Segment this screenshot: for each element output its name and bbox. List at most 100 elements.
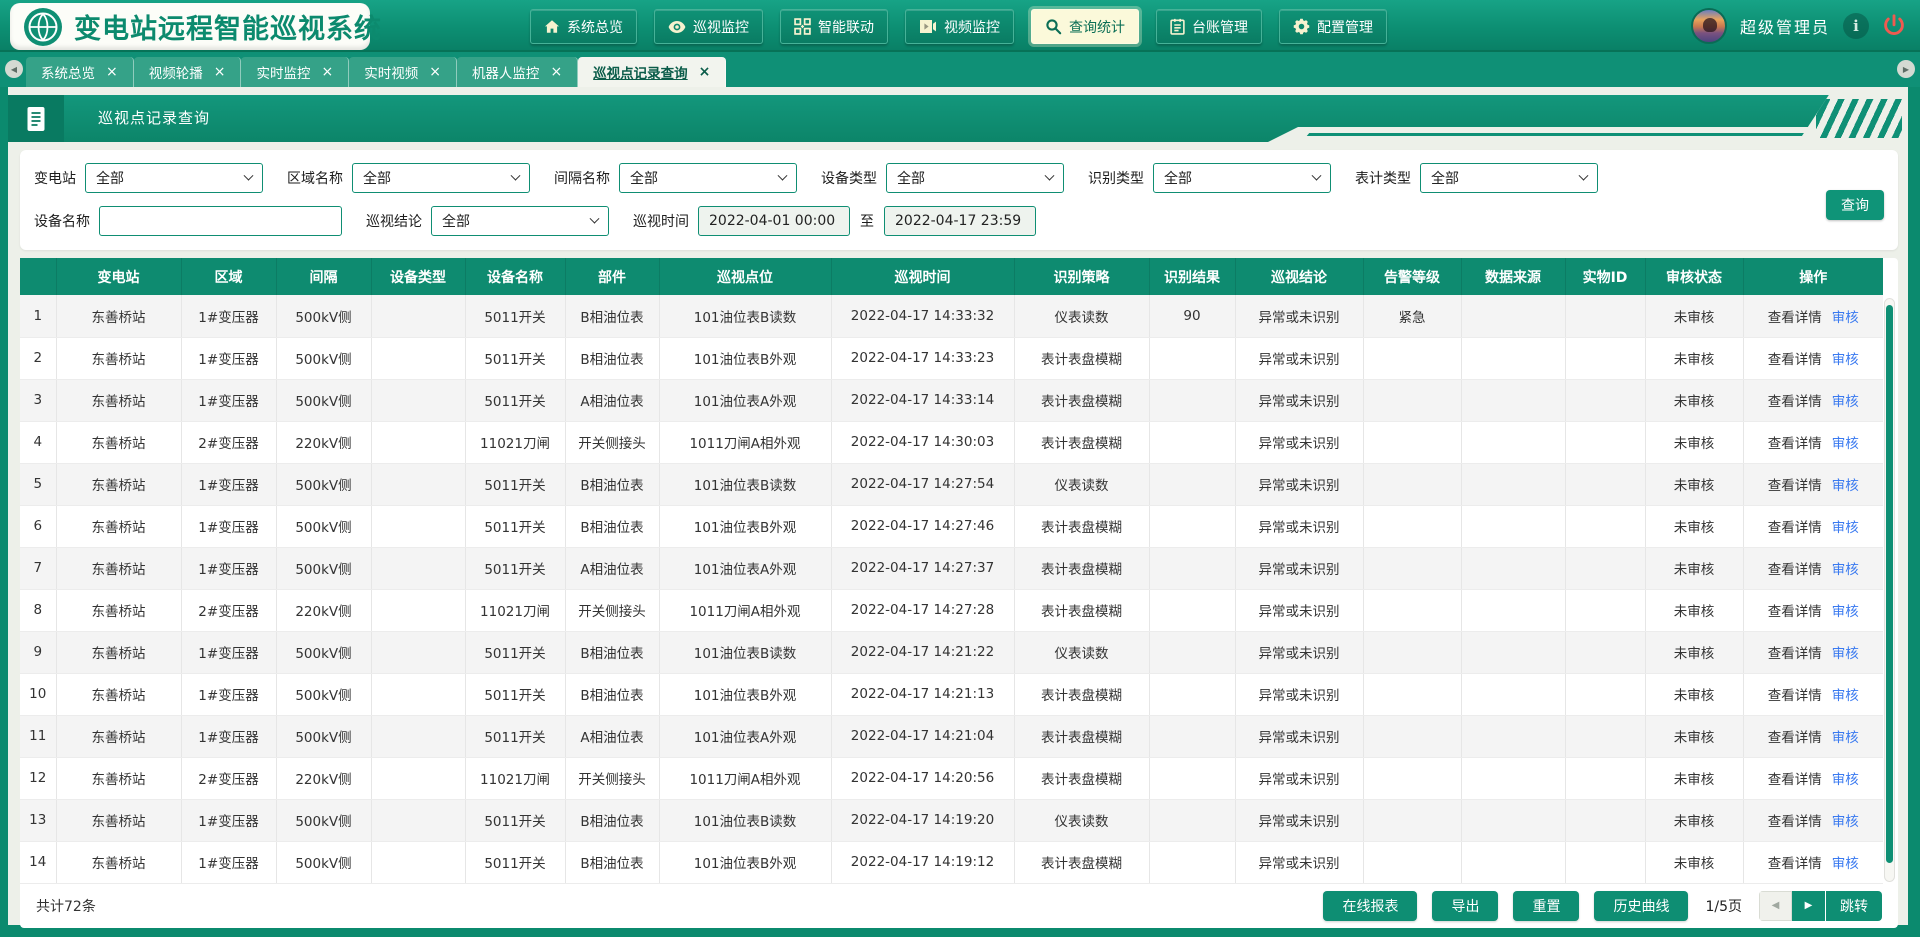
bay-name-select[interactable]: 全部: [619, 163, 797, 193]
page-indicator: 1/5页: [1705, 896, 1742, 916]
prev-page-button[interactable]: ◀: [1759, 891, 1792, 921]
online-report-button[interactable]: 在线报表: [1323, 891, 1417, 921]
review-link[interactable]: 审核: [1832, 394, 1859, 410]
station-select[interactable]: 全部: [85, 163, 263, 193]
review-link[interactable]: 审核: [1832, 562, 1859, 578]
view-detail-link[interactable]: 查看详情: [1768, 856, 1822, 872]
region-name-select[interactable]: 全部: [352, 163, 530, 193]
review-link[interactable]: 审核: [1832, 772, 1859, 788]
review-link[interactable]: 审核: [1832, 814, 1859, 830]
view-detail-link[interactable]: 查看详情: [1768, 730, 1822, 746]
cell: [1363, 589, 1461, 631]
bay-name-label: 间隔名称: [554, 168, 610, 188]
nav-button-query-stats[interactable]: 查询统计: [1031, 9, 1139, 44]
cell: 101油位表A外观: [659, 715, 831, 757]
tab-realtime-video[interactable]: 实时视频×: [349, 57, 457, 87]
cell: [1149, 799, 1235, 841]
cell: [1461, 421, 1565, 463]
reset-button[interactable]: 重置: [1513, 891, 1579, 921]
review-link[interactable]: 审核: [1832, 604, 1859, 620]
tab-overview[interactable]: 系统总览×: [26, 57, 134, 87]
cell: 东善桥站: [56, 337, 181, 379]
tab-close-icon[interactable]: ×: [699, 65, 711, 79]
tab-scroll-left-icon[interactable]: ◀: [5, 60, 23, 78]
tab-robot-monitor[interactable]: 机器人监控×: [457, 57, 578, 87]
device-type-select[interactable]: 全部: [886, 163, 1064, 193]
nav-button-ledger-management[interactable]: 台账管理: [1156, 9, 1262, 44]
review-link[interactable]: 审核: [1832, 436, 1859, 452]
view-detail-link[interactable]: 查看详情: [1768, 310, 1822, 326]
content-inner: 巡视点记录查询 变电站全部区域名称全部间隔名称全部设备类型全部识别类型全部表计类…: [8, 87, 1908, 925]
conclusion-label: 巡视结论: [366, 211, 422, 231]
recognition-type-select[interactable]: 全部: [1153, 163, 1331, 193]
export-button[interactable]: 导出: [1432, 891, 1498, 921]
view-detail-link[interactable]: 查看详情: [1768, 562, 1822, 578]
jump-page-button[interactable]: 跳转: [1826, 891, 1882, 921]
nav-button-video-monitor[interactable]: 视频监控: [905, 9, 1014, 44]
tab-inspection-record-query[interactable]: 巡视点记录查询×: [578, 57, 726, 87]
review-link[interactable]: 审核: [1832, 646, 1859, 662]
view-detail-link[interactable]: 查看详情: [1768, 520, 1822, 536]
review-link[interactable]: 审核: [1832, 352, 1859, 368]
view-detail-link[interactable]: 查看详情: [1768, 352, 1822, 368]
conclusion-select[interactable]: 全部: [431, 206, 609, 236]
view-detail-link[interactable]: 查看详情: [1768, 394, 1822, 410]
view-detail-link[interactable]: 查看详情: [1768, 688, 1822, 704]
info-icon[interactable]: i: [1843, 13, 1869, 39]
view-detail-link[interactable]: 查看详情: [1768, 772, 1822, 788]
tab-close-icon[interactable]: ×: [321, 65, 333, 79]
table-scrollbar: [1884, 298, 1895, 882]
cell: 异常或未识别: [1235, 799, 1363, 841]
nav-button-overview[interactable]: 系统总览: [530, 9, 637, 44]
view-detail-link[interactable]: 查看详情: [1768, 646, 1822, 662]
meter-type-label: 表计类型: [1355, 168, 1411, 188]
cell: 2022-04-17 14:21:13: [831, 673, 1014, 715]
tab-close-icon[interactable]: ×: [429, 65, 441, 79]
device-name-input[interactable]: [99, 206, 342, 236]
cell: [371, 715, 465, 757]
time-from-input[interactable]: 2022-04-01 00:00: [698, 206, 850, 236]
nav-button-config-management[interactable]: 配置管理: [1279, 9, 1387, 44]
cell: [1149, 505, 1235, 547]
review-link[interactable]: 审核: [1832, 520, 1859, 536]
user-area: 超级管理员 i: [1691, 8, 1906, 44]
time-to-input[interactable]: 2022-04-17 23:59: [884, 206, 1036, 236]
view-detail-link[interactable]: 查看详情: [1768, 814, 1822, 830]
cell: 异常或未识别: [1235, 547, 1363, 589]
tab-close-icon[interactable]: ×: [106, 65, 118, 79]
column-header-16: 操作: [1743, 258, 1883, 295]
cell: 1: [20, 295, 56, 337]
cell: 1#变压器: [181, 379, 276, 421]
history-curve-button[interactable]: 历史曲线: [1594, 891, 1688, 921]
view-detail-link[interactable]: 查看详情: [1768, 604, 1822, 620]
cell: 未审核: [1645, 337, 1743, 379]
meter-type-select[interactable]: 全部: [1420, 163, 1598, 193]
view-detail-link[interactable]: 查看详情: [1768, 436, 1822, 452]
avatar[interactable]: [1691, 8, 1727, 44]
tab-scroll-right-icon[interactable]: ▶: [1897, 60, 1915, 78]
review-link[interactable]: 审核: [1832, 856, 1859, 872]
tab-realtime-monitor[interactable]: 实时监控×: [241, 57, 349, 87]
tab-close-icon[interactable]: ×: [214, 65, 226, 79]
cell: 220kV侧: [276, 589, 371, 631]
home-icon: [544, 19, 560, 35]
cell: 表计表盘模糊: [1014, 715, 1149, 757]
table-scrollbar-thumb[interactable]: [1886, 305, 1893, 863]
review-link[interactable]: 审核: [1832, 688, 1859, 704]
tab-video-carousel[interactable]: 视频轮播×: [134, 57, 242, 87]
review-link[interactable]: 审核: [1832, 730, 1859, 746]
cell: 异常或未识别: [1235, 379, 1363, 421]
power-off-icon[interactable]: [1882, 14, 1906, 38]
nav-button-inspection-monitor[interactable]: 巡视监控: [654, 9, 763, 44]
search-button[interactable]: 查询: [1826, 190, 1884, 220]
view-detail-link[interactable]: 查看详情: [1768, 478, 1822, 494]
tab-close-icon[interactable]: ×: [550, 65, 562, 79]
operations-cell: 查看详情审核: [1743, 673, 1883, 715]
cell: 未审核: [1645, 463, 1743, 505]
review-link[interactable]: 审核: [1832, 310, 1859, 326]
cell: [1461, 505, 1565, 547]
review-link[interactable]: 审核: [1832, 478, 1859, 494]
cell: 东善桥站: [56, 379, 181, 421]
next-page-button[interactable]: ▶: [1792, 891, 1825, 921]
nav-button-smart-linkage[interactable]: 智能联动: [780, 9, 888, 44]
